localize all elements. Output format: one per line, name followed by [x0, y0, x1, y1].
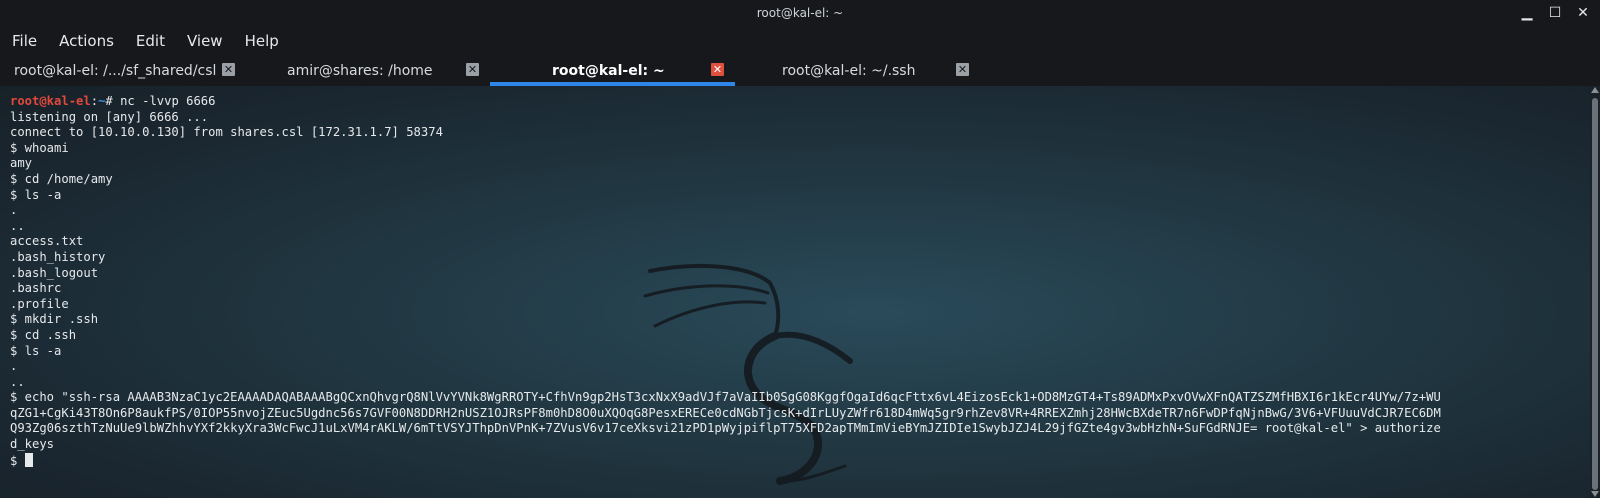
prompt-user: root@kal-el	[10, 94, 91, 108]
output-line: connect to [10.10.0.130] from shares.csl…	[10, 125, 443, 140]
tab-bar: root@kal-el: /.../sf_shared/csl ✕ amir@s…	[0, 55, 1600, 86]
window-title: root@kal-el: ~	[756, 6, 844, 20]
menu-help[interactable]: Help	[245, 32, 279, 50]
output-line: $ echo "ssh-rsa AAAAB3NzaC1yc2EAAAADAQAB…	[10, 390, 1441, 405]
text-cursor	[24, 452, 33, 467]
tab-label: root@kal-el: /.../sf_shared/csl	[14, 62, 217, 79]
output-line: Q93Zg06szthTzNuUe9lbWZhhvYXf2kkyXra3WcFw…	[10, 421, 1441, 436]
command-text: nc -lvvp 6666	[120, 94, 216, 108]
output-line: .	[10, 203, 18, 218]
tab-amir-shares[interactable]: amir@shares: /home ✕	[245, 55, 490, 86]
prompt-separator: :	[90, 94, 99, 108]
tab-sf-shared[interactable]: root@kal-el: /.../sf_shared/csl ✕	[0, 55, 245, 86]
output-line: $ ls -a	[10, 343, 62, 358]
menu-view[interactable]: View	[187, 32, 223, 50]
window-controls: ▁ ☐ ✕	[1518, 4, 1592, 22]
tab-label: root@kal-el: ~/.ssh	[782, 62, 916, 79]
tab-root-ssh[interactable]: root@kal-el: ~/.ssh ✕	[735, 55, 980, 86]
menu-file[interactable]: File	[12, 32, 37, 50]
window-titlebar: root@kal-el: ~ ▁ ☐ ✕	[0, 0, 1600, 27]
output-line: ..	[10, 374, 25, 389]
terminal-scrollbar[interactable]	[1590, 86, 1600, 498]
menu-edit[interactable]: Edit	[136, 32, 165, 50]
output-line: qZG1+CgKi43T8On6P8aukfPS/0IOP55nvojZEuc5…	[10, 405, 1441, 420]
output-line: listening on [any] 6666 ...	[10, 109, 209, 124]
output-line: .profile	[10, 296, 69, 311]
prompt-hash: #	[105, 94, 121, 108]
output-line: $ mkdir .ssh	[10, 312, 99, 327]
output-line: .bash_logout	[10, 265, 99, 280]
close-tab-icon[interactable]: ✕	[711, 63, 724, 76]
close-icon[interactable]: ✕	[1574, 4, 1592, 22]
output-line: access.txt	[10, 234, 84, 249]
scroll-up-icon[interactable]	[1591, 87, 1599, 93]
close-tab-icon[interactable]: ✕	[222, 63, 235, 76]
close-tab-icon[interactable]: ✕	[956, 63, 969, 76]
menu-actions[interactable]: Actions	[59, 32, 114, 50]
terminal-view[interactable]: root@kal-el:~# nc -lvvp 6666 listening o…	[0, 86, 1590, 498]
tab-label: root@kal-el: ~	[552, 62, 665, 79]
output-line: $ cd /home/amy	[10, 171, 113, 186]
scrollbar-thumb[interactable]	[1592, 98, 1598, 490]
output-line: .bash_history	[10, 249, 106, 264]
tab-label: amir@shares: /home	[287, 62, 433, 79]
menu-bar: File Actions Edit View Help	[0, 27, 1600, 55]
maximize-icon[interactable]: ☐	[1546, 4, 1564, 22]
output-line: $ ls -a	[10, 187, 62, 202]
output-line: $ whoami	[10, 140, 69, 155]
output-line: amy	[10, 156, 33, 171]
output-line: d_keys	[10, 437, 55, 452]
close-tab-icon[interactable]: ✕	[466, 63, 479, 76]
output-line: .bashrc	[10, 281, 62, 296]
tab-root-home[interactable]: root@kal-el: ~ ✕	[490, 55, 735, 86]
scroll-down-icon[interactable]	[1591, 491, 1599, 497]
output-line: $ cd .ssh	[10, 327, 77, 342]
shell-prompt: $	[10, 453, 25, 468]
output-line: ..	[10, 218, 25, 233]
minimize-icon[interactable]: ▁	[1518, 4, 1536, 22]
output-line: .	[10, 359, 18, 374]
terminal-output: root@kal-el:~# nc -lvvp 6666 listening o…	[10, 94, 1590, 469]
